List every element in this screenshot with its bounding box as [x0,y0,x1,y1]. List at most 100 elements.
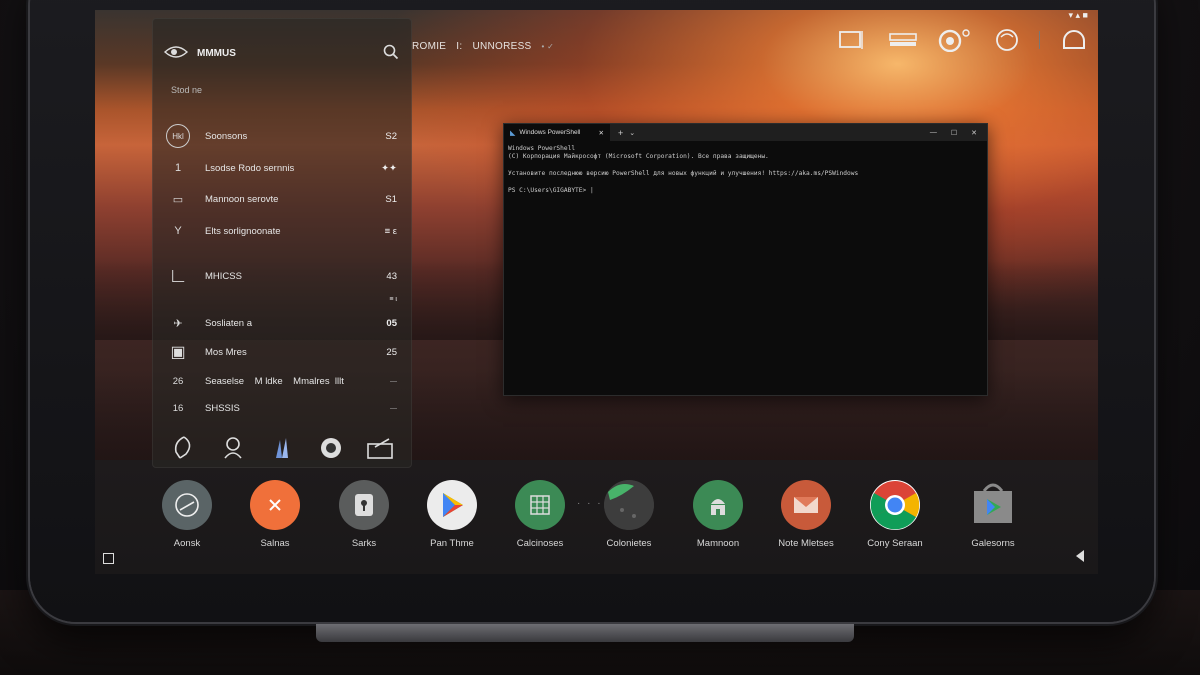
powershell-titlebar[interactable]: ◣ Windows PowerShell ✕ + ⌄ — ☐ ✕ [504,124,987,141]
bracket-icon: ∟ [168,264,188,287]
top-bar-suffix: • ✓ [541,41,555,51]
robot-icon[interactable] [216,431,250,465]
panel-subheading: Stod ne [171,85,203,95]
panel-row[interactable]: ∟ MHICSS 43 [163,263,397,289]
side-panel: MMMUS Stod ne Hkl Soonsons S2 1 Lsodse R… [152,18,412,468]
console-prompt[interactable]: PS C:\Users\GIGABYTE> | [508,187,983,195]
chrome-icon [870,480,920,530]
dock-item-label: Calcinoses [516,538,564,549]
status-bar: ▾ ▴ ■ [1069,10,1088,21]
panel-small-mark: ≡ ι [389,295,397,303]
android-icon [693,480,743,530]
powershell-icon: ◣ [510,129,516,137]
y-icon: Y [174,225,182,237]
top-bar-separator: I: [456,40,463,52]
dock-item-colonietes[interactable]: Colonietes [584,480,674,549]
panel-row-label: Lsodse Rodo sernnis [205,162,295,174]
panel-row-label: MHICSS [205,270,242,282]
panel-row[interactable]: 1 Lsodse Rodo sernnis ✦✦ [163,155,397,181]
close-tab-icon[interactable]: ✕ [599,129,604,137]
close-icon[interactable]: ✕ [971,129,977,137]
panel-toolbar [153,431,411,465]
feather-icon[interactable] [167,431,201,465]
top-bar-title[interactable]: ROMIE [412,41,446,52]
powershell-console[interactable]: Windows PowerShell (C) Корпорация Майкро… [504,141,987,199]
panel-row[interactable]: Hkl Soonsons S2 [163,123,397,149]
text-icon: 16 [172,402,184,414]
play-store-icon [427,480,477,530]
chart-icon[interactable] [265,431,299,465]
panel-header: MMMUS [163,43,399,63]
panel-title: MMMUS [197,47,236,59]
panel-row-value: S1 [385,193,397,205]
dock-item-label: Aonsk [173,538,201,549]
panel-row[interactable]: 16 SHSSIS — [163,395,397,421]
headset-icon[interactable] [1056,26,1092,54]
panel-row-label: Seaselse M ldke Mmalres lllt [205,375,344,387]
keyboard-icon[interactable] [885,26,921,54]
tab-powershell[interactable]: ◣ Windows PowerShell ✕ [504,124,610,141]
dock-item-calcinoses[interactable]: Calcinoses [495,480,585,549]
circle-icon[interactable] [989,26,1025,54]
tablet-stand [316,624,854,642]
folder-edit-icon[interactable] [363,431,397,465]
panel-row[interactable]: 26 Seaselse M ldke Mmalres lllt — [163,368,397,394]
panel-row-label: SHSSIS [205,402,240,414]
chevron-down-icon[interactable]: ⌄ [629,129,635,137]
panel-row-value: ✦✦ [381,162,397,174]
close-icon [250,480,300,530]
overview-button[interactable] [103,553,114,564]
panel-row-value: — [390,377,397,385]
dock-item-mamnoon[interactable]: Mamnoon [673,480,763,549]
top-icons [817,26,1092,54]
screen-icon[interactable] [833,26,869,54]
eye-icon[interactable] [163,44,189,63]
dock-item-label: Pan Thme [430,538,474,549]
back-button[interactable] [1076,550,1084,562]
panel-row-label: Mos Mres [205,346,247,358]
dock-item-note-mletses[interactable]: Note Mletses [761,480,851,549]
new-tab-button[interactable]: + [618,128,623,138]
panel-row-value: 25 [386,346,397,358]
plane-icon: ✈ [173,317,183,330]
maximize-icon[interactable]: ☐ [951,129,957,137]
dock-item-label: Sarks [351,538,377,549]
badge-icon: Hkl [163,124,193,148]
grid-icon [515,480,565,530]
window-controls: — ☐ ✕ [930,129,977,137]
camera-icon[interactable] [937,26,973,54]
powershell-window[interactable]: ◣ Windows PowerShell ✕ + ⌄ — ☐ ✕ Windows… [503,123,988,396]
panel-row[interactable]: Y Elts sorlignoonate ≡ ε [163,218,397,244]
dock-item-aonsk[interactable]: Aonsk [142,480,232,549]
dock-item-label: Salnas [260,538,290,549]
console-line: (C) Корпорация Майкрософт (Microsoft Cor… [508,153,769,161]
panel-row[interactable]: ▣ Mos Mres 25 [163,339,397,365]
search-icon[interactable] [383,44,399,63]
dock-item-cony-seraan[interactable]: Cony Seraan [850,480,940,549]
panel-row-label: Soonsons [205,130,248,142]
panel-row-label: Sosliaten a [205,317,253,329]
mail-icon [781,480,831,530]
dock-item-pan-thme[interactable]: Pan Thme [407,480,497,549]
minimize-icon[interactable]: — [930,129,937,137]
panel-row[interactable]: ▭ Mannoon serovte S1 [163,186,397,212]
dock-item-salnas[interactable]: Salnas [230,480,320,549]
panel-row-label: Elts sorlignoonate [205,225,281,237]
lock-icon [339,480,389,530]
dock-item-label: Colonietes [606,538,652,549]
panel-row-value: ≡ ε [384,225,397,237]
panel-row-label: Mannoon serovte [205,193,279,205]
panel-row[interactable]: ✈ Sosliaten a 05 [163,310,397,336]
top-bar-divider [1039,31,1040,49]
dock-item-sarks[interactable]: Sarks [319,480,409,549]
record-icon[interactable] [314,431,348,465]
status-icons: ▾ ▴ ■ [1068,10,1088,20]
panel-row-value: 43 [386,270,397,282]
panel-row-value: — [390,404,397,412]
top-bar-subtitle[interactable]: UNNORESS [472,41,531,52]
number-icon: 1 [174,162,182,174]
dock-item-galesorns[interactable]: Galesorns [948,480,1038,549]
folder-icon: ▭ [172,193,184,206]
